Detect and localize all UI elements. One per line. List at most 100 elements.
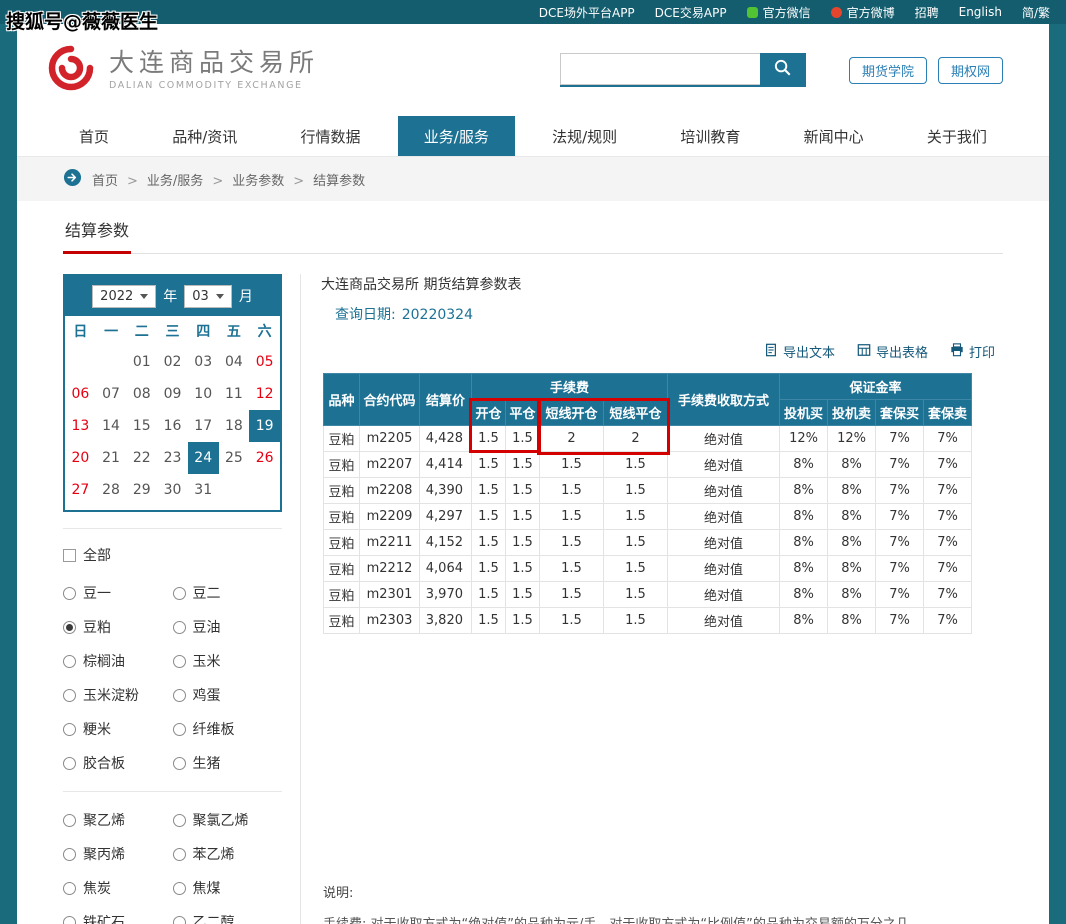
nav-item[interactable]: 行情数据 xyxy=(275,116,387,156)
calendar-day[interactable]: 23 xyxy=(157,442,188,474)
weekday-label: 日 xyxy=(65,321,96,341)
variety-radio[interactable]: 铁矿石 xyxy=(63,912,173,924)
calendar-day[interactable]: 29 xyxy=(126,474,157,506)
nav-item[interactable]: 关于我们 xyxy=(901,116,1013,156)
calendar-day[interactable]: 17 xyxy=(188,410,219,442)
table-row: 豆粕 m2207 4,414 1.5 1.5 1.5 1.5 绝对值 8% 8%… xyxy=(324,452,972,478)
calendar-day[interactable]: 28 xyxy=(96,474,127,506)
calendar-day[interactable]: 15 xyxy=(126,410,157,442)
radio-icon xyxy=(173,757,186,770)
variety-radio[interactable]: 胶合板 xyxy=(63,753,173,773)
cell-open: 1.5 xyxy=(472,556,506,582)
calendar-day[interactable]: 02 xyxy=(157,346,188,378)
topbar-link[interactable]: DCE交易APP xyxy=(655,4,727,21)
calendar-day[interactable]: 04 xyxy=(219,346,250,378)
calendar-day[interactable]: 03 xyxy=(188,346,219,378)
variety-radio[interactable]: 玉米淀粉 xyxy=(63,685,173,705)
cell-price: 4,297 xyxy=(420,504,472,530)
calendar-day[interactable] xyxy=(249,474,280,506)
variety-radio[interactable]: 豆二 xyxy=(173,583,283,603)
topbar-link[interactable]: 简/繁 xyxy=(1022,4,1050,21)
nav-item[interactable]: 培训教育 xyxy=(654,116,766,156)
variety-radio[interactable]: 乙二醇 xyxy=(173,912,283,924)
cell-variety: 豆粕 xyxy=(324,504,360,530)
variety-radio[interactable]: 焦煤 xyxy=(173,878,283,898)
search-button[interactable] xyxy=(760,53,806,85)
nav-item[interactable]: 法规/规则 xyxy=(526,116,643,156)
topbar-link[interactable]: 官方微信 xyxy=(747,4,811,21)
breadcrumb-item[interactable]: 业务/服务 xyxy=(118,170,203,189)
calendar-day[interactable]: 18 xyxy=(219,410,250,442)
variety-radio[interactable]: 聚丙烯 xyxy=(63,844,173,864)
month-select[interactable]: 03 xyxy=(184,285,232,308)
variety-radio[interactable]: 生猪 xyxy=(173,753,283,773)
calendar-day[interactable]: 05 xyxy=(249,346,280,378)
weekday-label: 三 xyxy=(157,321,188,341)
chevron-down-icon xyxy=(140,294,148,299)
calendar-day[interactable]: 30 xyxy=(157,474,188,506)
calendar-day[interactable]: 21 xyxy=(96,442,127,474)
variety-radio[interactable]: 焦炭 xyxy=(63,878,173,898)
variety-radio[interactable]: 苯乙烯 xyxy=(173,844,283,864)
nav-item[interactable]: 新闻中心 xyxy=(778,116,890,156)
calendar-day[interactable]: 08 xyxy=(126,378,157,410)
variety-radio[interactable]: 棕榈油 xyxy=(63,651,173,671)
calendar-day[interactable]: 27 xyxy=(65,474,96,506)
settlement-parameters-table: 品种 合约代码 结算价 手续费 手续费收取方式 保证金率 开仓 平仓 短线开仓 … xyxy=(323,373,972,634)
variety-radio[interactable]: 鸡蛋 xyxy=(173,685,283,705)
calendar-day[interactable]: 06 xyxy=(65,378,96,410)
variety-radio[interactable]: 豆油 xyxy=(173,617,283,637)
calendar-day[interactable] xyxy=(96,346,127,378)
calendar-day[interactable]: 25 xyxy=(219,442,250,474)
variety-radio-label: 豆粕 xyxy=(83,617,111,637)
nav-item[interactable]: 业务/服务 xyxy=(398,116,515,156)
variety-radio[interactable]: 纤维板 xyxy=(173,719,283,739)
calendar-day[interactable]: 14 xyxy=(96,410,127,442)
variety-radio[interactable]: 豆粕 xyxy=(63,617,173,637)
calendar-day[interactable]: 09 xyxy=(157,378,188,410)
calendar-day[interactable]: 12 xyxy=(249,378,280,410)
nav-item[interactable]: 首页 xyxy=(53,116,135,156)
calendar-day[interactable]: 16 xyxy=(157,410,188,442)
variety-radio[interactable]: 聚乙烯 xyxy=(63,810,173,830)
calendar-day[interactable]: 20 xyxy=(65,442,96,474)
cell-short-close: 2 xyxy=(604,426,668,452)
variety-radio[interactable]: 玉米 xyxy=(173,651,283,671)
calendar-day[interactable]: 26 xyxy=(249,442,280,474)
export-text-button[interactable]: 导出文本 xyxy=(764,342,835,361)
nav-item[interactable]: 品种/资讯 xyxy=(146,116,263,156)
variety-radio[interactable]: 粳米 xyxy=(63,719,173,739)
calendar-day[interactable]: 01 xyxy=(126,346,157,378)
calendar-day[interactable]: 24 xyxy=(188,442,219,474)
breadcrumb-item[interactable]: 首页 xyxy=(92,170,118,189)
calendar-day[interactable]: 31 xyxy=(188,474,219,506)
topbar-link[interactable]: English xyxy=(959,5,1002,19)
variety-radio[interactable]: 豆一 xyxy=(63,583,173,603)
futures-college-button[interactable]: 期货学院 xyxy=(849,57,927,84)
cell-open: 1.5 xyxy=(472,452,506,478)
topbar-link[interactable]: 招聘 xyxy=(915,4,939,21)
calendar-day[interactable]: 11 xyxy=(219,378,250,410)
calendar-day[interactable]: 07 xyxy=(96,378,127,410)
cell-spec-buy: 8% xyxy=(780,504,828,530)
variety-radio-label: 玉米淀粉 xyxy=(83,685,139,705)
calendar-day[interactable]: 22 xyxy=(126,442,157,474)
topbar-link[interactable]: DCE场外平台APP xyxy=(539,4,635,21)
export-table-button[interactable]: 导出表格 xyxy=(857,342,928,361)
variety-radio[interactable]: 聚氯乙烯 xyxy=(173,810,283,830)
year-select[interactable]: 2022 xyxy=(92,285,156,308)
topbar-link[interactable]: 官方微博 xyxy=(831,4,895,21)
cell-price: 4,152 xyxy=(420,530,472,556)
select-all-checkbox[interactable]: 全部 xyxy=(63,528,282,565)
breadcrumb-item[interactable]: 结算参数 xyxy=(284,170,365,189)
calendar-day[interactable]: 10 xyxy=(188,378,219,410)
calendar-day[interactable]: 19 xyxy=(249,410,280,442)
search-input[interactable] xyxy=(560,53,760,85)
print-button[interactable]: 打印 xyxy=(950,342,995,361)
radio-icon xyxy=(63,916,76,924)
options-site-button[interactable]: 期权网 xyxy=(938,57,1003,84)
calendar-day[interactable] xyxy=(219,474,250,506)
calendar-day[interactable] xyxy=(65,346,96,378)
breadcrumb-item[interactable]: 业务参数 xyxy=(203,170,284,189)
calendar-day[interactable]: 13 xyxy=(65,410,96,442)
